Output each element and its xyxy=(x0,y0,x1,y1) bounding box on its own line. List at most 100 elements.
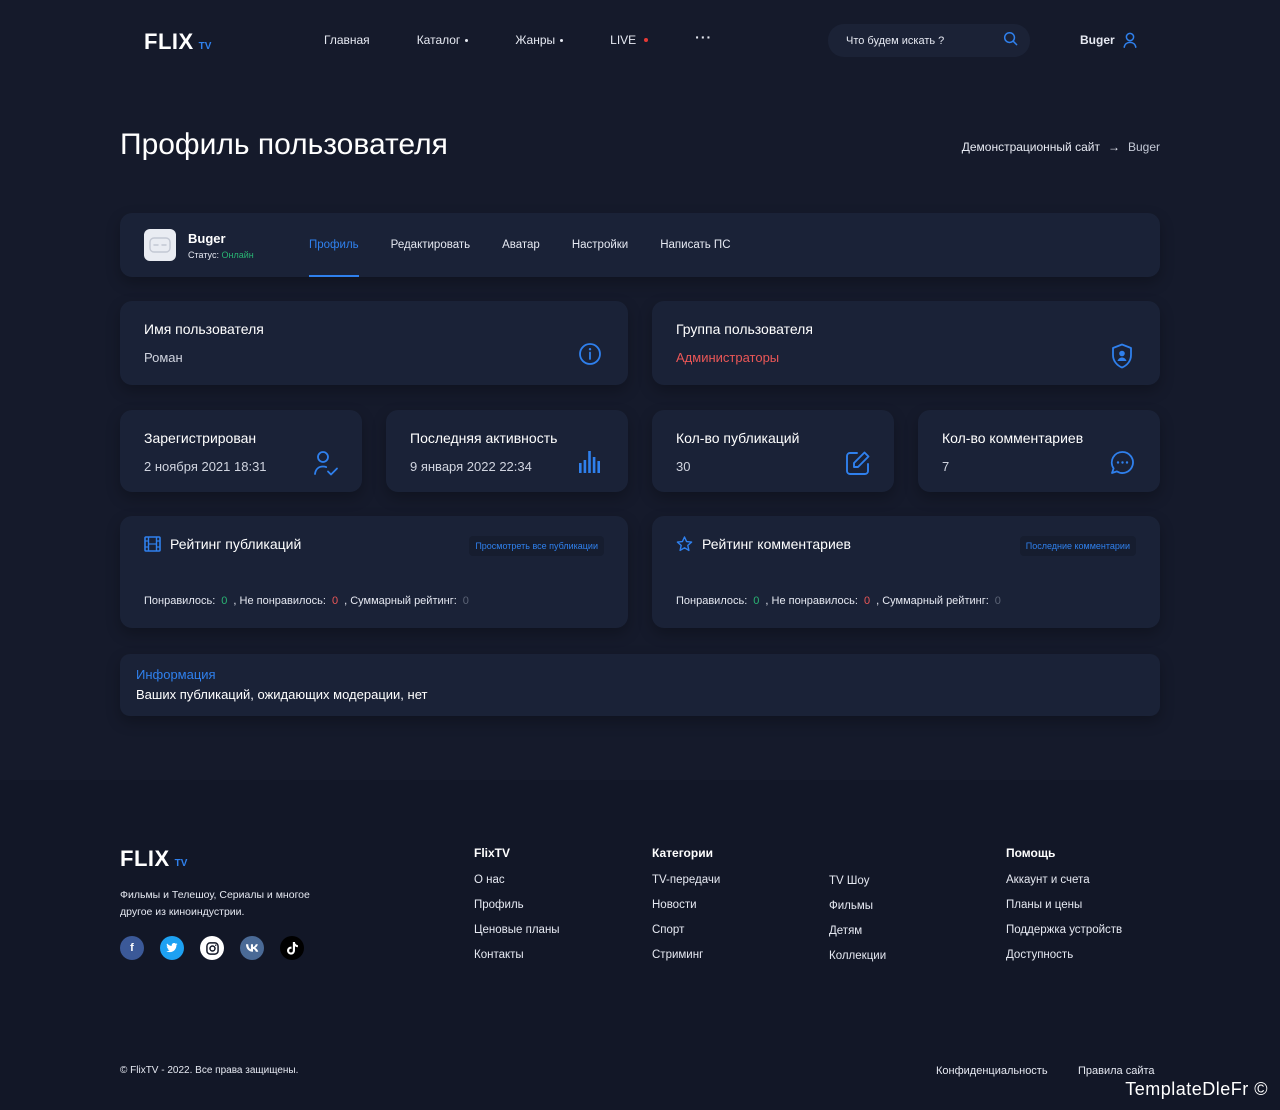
comments-rating-stats: Понравилось: 0 , Не понравилось: 0 , Суммарн… xyxy=(676,595,1001,607)
tab-avatar[interactable]: Аватар xyxy=(502,213,540,277)
profile-name: Buger xyxy=(188,231,226,246)
total-label: , Суммарный рейтинг: xyxy=(344,595,457,607)
liked-count: 0 xyxy=(221,595,228,607)
tab-edit[interactable]: Редактировать xyxy=(391,213,470,277)
latest-comments-link[interactable]: Последние комментарии xyxy=(1019,536,1136,556)
username-value: Роман xyxy=(144,350,183,365)
disliked-count: 0 xyxy=(863,595,871,607)
footer-col-categories: Категории TV-передачи Новости Спорт Стри… xyxy=(652,846,720,974)
publications-rating-title: Рейтинг публикаций xyxy=(144,536,301,552)
tab-settings[interactable]: Настройки xyxy=(572,213,628,277)
footer-link-news[interactable]: Новости xyxy=(652,899,720,924)
registered-card: Зарегистрирован 2 ноября 2021 18:31 xyxy=(120,410,362,492)
status-online: Онлайн xyxy=(221,250,254,260)
footer-link-about[interactable]: О нас xyxy=(474,874,560,899)
footer-link-device-support[interactable]: Поддержка устройств xyxy=(1006,924,1122,949)
tiktok-icon[interactable] xyxy=(280,936,304,960)
publications-rating-title-text: Рейтинг публикаций xyxy=(170,536,302,552)
nav-live-label: LIVE xyxy=(610,33,637,47)
twitter-icon[interactable] xyxy=(160,936,184,960)
search-box xyxy=(828,24,1030,57)
avatar-placeholder-icon xyxy=(149,237,171,253)
footer-link-plans[interactable]: Планы и цены xyxy=(1006,899,1122,924)
user-icon xyxy=(1123,32,1137,48)
social-links: f xyxy=(120,936,320,960)
profile-bar: Buger Статус: Онлайн Профиль Редактирова… xyxy=(120,213,1160,277)
comments-value: 7 xyxy=(942,459,950,474)
header-user-link[interactable]: Buger xyxy=(1080,32,1137,48)
publications-label: Кол-во публикаций xyxy=(676,430,800,446)
view-all-publications-link[interactable]: Просмотреть все публикации xyxy=(469,536,604,556)
info-icon xyxy=(578,342,602,371)
disliked-count: 0 xyxy=(331,595,339,607)
publications-rating-card: Рейтинг публикаций Просмотреть все публи… xyxy=(120,516,628,628)
footer-link-account[interactable]: Аккаунт и счета xyxy=(1006,874,1122,899)
user-check-icon xyxy=(313,449,339,482)
footer-logo[interactable]: FLIX TV xyxy=(120,846,187,872)
footer-col-flixtv: FlixTV О нас Профиль Ценовые планы Конта… xyxy=(474,846,560,974)
comments-rating-title-text: Рейтинг комментариев xyxy=(702,536,851,552)
disliked-label: , Не понравилось: xyxy=(765,595,858,607)
tab-profile[interactable]: Профиль xyxy=(309,213,359,277)
search-input[interactable] xyxy=(846,34,1003,47)
nav-catalog-label: Каталог xyxy=(416,33,461,47)
instagram-icon[interactable] xyxy=(200,936,224,960)
site-logo[interactable]: FLIX TV xyxy=(144,29,211,55)
comment-bubble-icon xyxy=(1110,450,1135,480)
footer-link-accessibility[interactable]: Доступность xyxy=(1006,949,1122,974)
nav-live[interactable]: LIVE xyxy=(610,33,649,47)
footer-link-collections[interactable]: Коллекции xyxy=(829,950,886,975)
footer-link-sport[interactable]: Спорт xyxy=(652,924,720,949)
comments-label: Кол-во комментариев xyxy=(942,430,1084,446)
activity-label: Последняя активность xyxy=(410,430,558,446)
liked-label: Понравилось: xyxy=(676,595,748,607)
nav-catalog[interactable]: Каталог xyxy=(417,33,469,47)
activity-value: 9 января 2022 22:34 xyxy=(410,459,532,474)
notice-title: Информация xyxy=(136,667,216,682)
comments-rating-title: Рейтинг комментариев xyxy=(676,536,851,552)
group-card: Группа пользователя Администраторы xyxy=(652,301,1160,385)
header-username: Buger xyxy=(1080,33,1115,47)
liked-label: Понравилось: xyxy=(144,595,216,607)
footer-description: Фильмы и Телешоу, Сериалы и многое друго… xyxy=(120,889,310,918)
edit-icon xyxy=(845,450,871,481)
site-header: FLIX TV Главная Каталог Жанры LIVE ··· B… xyxy=(0,0,1280,82)
total-count: 0 xyxy=(994,595,1001,607)
footer-link-tv-shows[interactable]: TV Шоу xyxy=(829,875,886,900)
user-shield-icon xyxy=(1111,343,1133,374)
profile-tabs: Профиль Редактировать Аватар Настройки Н… xyxy=(309,213,763,277)
footer-link-kids[interactable]: Детям xyxy=(829,925,886,950)
tab-send-pm[interactable]: Написать ПС xyxy=(660,213,730,277)
film-icon xyxy=(144,536,161,552)
avatar[interactable] xyxy=(144,229,176,261)
username-label: Имя пользователя xyxy=(144,321,264,337)
nav-home-label: Главная xyxy=(324,33,370,47)
breadcrumb: Демонстрационный сайт → Buger xyxy=(962,140,1160,154)
nav-home[interactable]: Главная xyxy=(324,33,370,47)
star-icon xyxy=(676,536,693,552)
site-rules-link[interactable]: Правила сайта xyxy=(1078,1065,1155,1077)
dropdown-dot-icon xyxy=(465,38,469,42)
main-nav: Главная Каталог Жанры LIVE ··· xyxy=(324,29,759,47)
facebook-icon[interactable]: f xyxy=(120,936,144,960)
watermark: TemplateDleFr © xyxy=(1125,1079,1268,1099)
breadcrumb-home[interactable]: Демонстрационный сайт xyxy=(962,140,1100,154)
total-count: 0 xyxy=(462,595,469,607)
footer-col-title: Категории xyxy=(652,846,713,860)
privacy-link[interactable]: Конфиденциальность xyxy=(936,1065,1048,1077)
dropdown-dot-icon xyxy=(560,38,564,42)
nav-genres-label: Жанры xyxy=(515,33,556,47)
footer-link-tv-programs[interactable]: TV-передачи xyxy=(652,874,720,899)
search-icon[interactable] xyxy=(1003,31,1018,51)
footer-link-streaming[interactable]: Стриминг xyxy=(652,949,720,974)
footer-link-movies[interactable]: Фильмы xyxy=(829,900,886,925)
live-indicator-icon xyxy=(644,38,649,42)
vk-icon[interactable] xyxy=(240,936,264,960)
breadcrumb-current: Buger xyxy=(1127,140,1160,154)
footer-link-pricing[interactable]: Ценовые планы xyxy=(474,924,560,949)
footer-link-contacts[interactable]: Контакты xyxy=(474,949,560,974)
footer-link-profile[interactable]: Профиль xyxy=(474,899,560,924)
nav-genres[interactable]: Жанры xyxy=(515,33,564,47)
nav-more-button[interactable]: ··· xyxy=(695,29,712,45)
site-footer: FLIX TV Фильмы и Телешоу, Сериалы и мног… xyxy=(0,780,1280,1110)
